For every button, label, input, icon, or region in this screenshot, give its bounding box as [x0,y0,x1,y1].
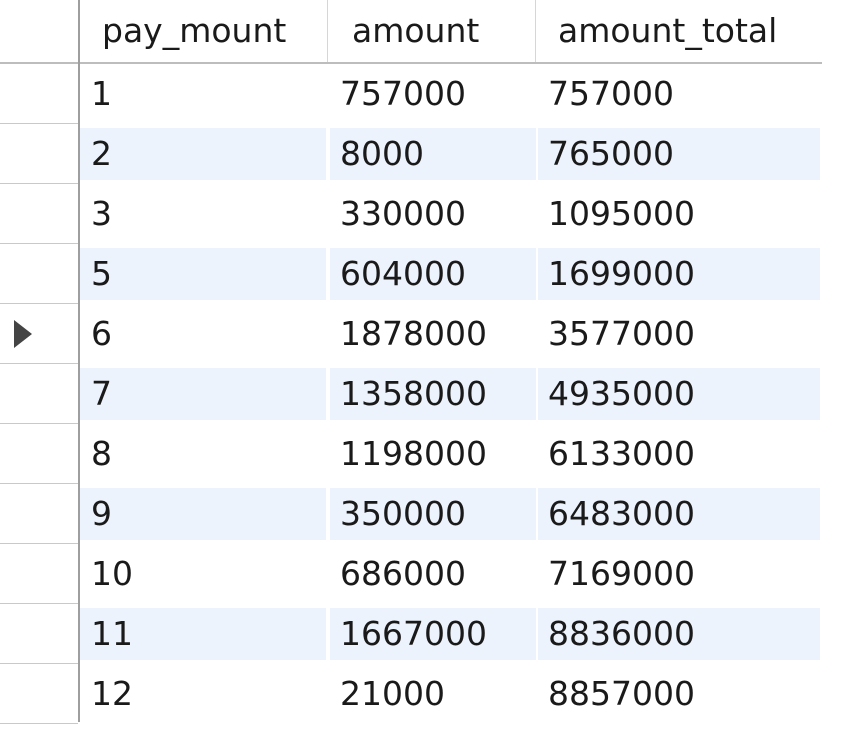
table-row[interactable]: 9 350000 6483000 [80,484,822,544]
cell-amount[interactable]: 350000 [330,488,536,540]
row-selector[interactable] [0,604,78,664]
row-selector[interactable] [0,484,78,544]
cell-amount[interactable]: 21000 [330,668,536,720]
row-selector[interactable] [0,304,78,364]
table-row[interactable]: 8 1198000 6133000 [80,424,822,484]
cell-pay-mount[interactable]: 11 [80,608,326,660]
cell-amount[interactable]: 1667000 [330,608,536,660]
cell-pay-mount[interactable]: 10 [80,548,326,600]
table-row[interactable]: 11 1667000 8836000 [80,604,822,664]
cell-pay-mount[interactable]: 12 [80,668,326,720]
cell-pay-mount[interactable]: 1 [80,68,326,120]
table-row[interactable]: 3 330000 1095000 [80,184,822,244]
cell-amount-total[interactable]: 757000 [538,68,820,120]
row-selector[interactable] [0,664,78,724]
grid-header: pay_mount amount amount_total [0,0,822,64]
cell-amount[interactable]: 604000 [330,248,536,300]
cell-amount-total[interactable]: 3577000 [538,308,820,360]
row-selector[interactable] [0,364,78,424]
table-row[interactable]: 6 1878000 3577000 [80,304,822,364]
cell-pay-mount[interactable]: 6 [80,308,326,360]
cell-pay-mount[interactable]: 2 [80,128,326,180]
cell-pay-mount[interactable]: 5 [80,248,326,300]
table-row[interactable]: 1 757000 757000 [80,64,822,124]
column-header-amount[interactable]: amount [328,0,536,62]
cell-pay-mount[interactable]: 3 [80,188,326,240]
cell-amount-total[interactable]: 7169000 [538,548,820,600]
table-row[interactable]: 7 1358000 4935000 [80,364,822,424]
table-row[interactable]: 12 21000 8857000 [80,664,822,724]
cell-amount-total[interactable]: 1699000 [538,248,820,300]
row-selector[interactable] [0,424,78,484]
cell-amount-total[interactable]: 765000 [538,128,820,180]
cell-amount-total[interactable]: 6133000 [538,428,820,480]
cell-amount-total[interactable]: 8836000 [538,608,820,660]
current-row-pointer-icon [14,320,32,348]
cell-amount-total[interactable]: 8857000 [538,668,820,720]
row-selector[interactable] [0,244,78,304]
result-grid: pay_mount amount amount_total 1 757000 757… [0,0,843,745]
row-selector[interactable] [0,544,78,604]
table-row[interactable]: 2 8000 765000 [80,124,822,184]
cell-pay-mount[interactable]: 8 [80,428,326,480]
table-row[interactable]: 10 686000 7169000 [80,544,822,604]
cell-amount[interactable]: 8000 [330,128,536,180]
cell-amount[interactable]: 757000 [330,68,536,120]
row-selector[interactable] [0,184,78,244]
row-selector[interactable] [0,64,78,124]
column-header-pay-mount[interactable]: pay_mount [80,0,328,62]
cell-amount[interactable]: 1878000 [330,308,536,360]
cell-amount-total[interactable]: 6483000 [538,488,820,540]
row-selector[interactable] [0,124,78,184]
cell-amount[interactable]: 686000 [330,548,536,600]
cell-amount[interactable]: 1358000 [330,368,536,420]
cell-amount-total[interactable]: 1095000 [538,188,820,240]
cell-amount-total[interactable]: 4935000 [538,368,820,420]
cell-pay-mount[interactable]: 9 [80,488,326,540]
cell-amount[interactable]: 330000 [330,188,536,240]
cell-amount[interactable]: 1198000 [330,428,536,480]
column-header-amount-total[interactable]: amount_total [536,0,822,62]
cell-pay-mount[interactable]: 7 [80,368,326,420]
table-row[interactable]: 5 604000 1699000 [80,244,822,304]
